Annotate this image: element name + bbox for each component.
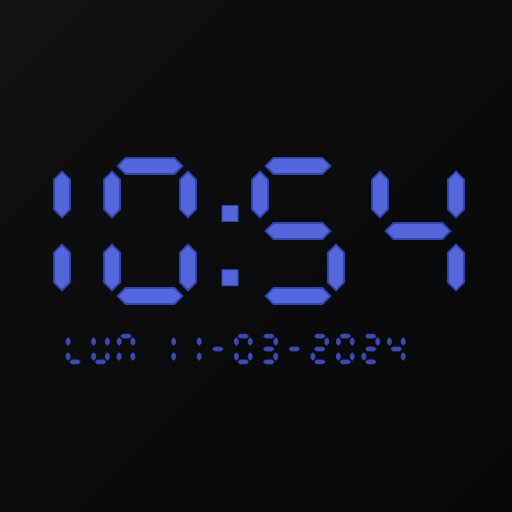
segment-e — [335, 352, 341, 361]
segment-d — [264, 287, 332, 305]
segment-c — [447, 243, 465, 292]
segment-a — [264, 157, 332, 175]
segment-e — [310, 352, 316, 361]
segment-f — [386, 337, 392, 346]
segment-a — [339, 333, 352, 339]
segment-e — [91, 352, 96, 361]
segment-a — [313, 333, 326, 339]
segment-c — [130, 352, 136, 361]
segment-b — [247, 337, 253, 346]
segment-c — [53, 243, 71, 292]
segment-e — [234, 352, 239, 361]
time-digit-1 — [53, 170, 71, 292]
segment-f — [335, 337, 341, 346]
date-char-L — [65, 337, 81, 365]
time-display — [53, 157, 465, 305]
segment-b — [375, 337, 381, 346]
segment-f — [91, 337, 96, 346]
segment-g — [264, 222, 332, 240]
segment-c — [349, 352, 355, 361]
segment-d — [262, 359, 275, 365]
segment-g — [384, 222, 452, 240]
segment-b — [447, 170, 465, 219]
segment-a — [364, 333, 377, 339]
segment-g — [390, 346, 403, 352]
segment-c — [400, 352, 406, 361]
segment-c — [171, 352, 177, 361]
segment-b — [171, 337, 177, 346]
segment-b — [179, 170, 197, 219]
time-digit-0 — [103, 157, 197, 305]
date-char-0 — [234, 333, 253, 365]
segment-g — [313, 346, 326, 352]
date-char-3 — [262, 333, 279, 365]
segment-d — [94, 359, 107, 365]
date-char-0 — [335, 333, 355, 365]
colon-separator — [221, 204, 239, 287]
date-char-dash — [288, 346, 301, 352]
date-char-4 — [386, 337, 406, 361]
segment-b — [130, 337, 136, 346]
segment-g — [288, 346, 301, 352]
segment-e — [361, 352, 367, 361]
segment-f — [251, 170, 269, 219]
segment-a — [262, 333, 275, 339]
segment-d — [339, 359, 352, 365]
time-digit-4 — [371, 170, 465, 292]
segment-b — [400, 337, 406, 346]
date-char-N — [116, 333, 136, 361]
segment-c — [105, 352, 110, 361]
segment-c — [196, 352, 202, 361]
segment-c — [179, 243, 197, 292]
segment-g — [262, 346, 275, 352]
colon-dot — [221, 269, 239, 287]
segment-e — [103, 243, 121, 292]
segment-a — [116, 157, 184, 175]
segment-f — [116, 337, 122, 346]
date-char-2 — [361, 333, 381, 365]
segment-d — [116, 287, 184, 305]
segment-c — [273, 352, 279, 361]
segment-g — [364, 346, 377, 352]
segment-c — [327, 243, 345, 292]
segment-b — [53, 170, 71, 219]
segment-d — [237, 359, 250, 365]
date-char-U — [91, 337, 110, 365]
segment-f — [103, 170, 121, 219]
segment-d — [364, 359, 377, 365]
segment-f — [371, 170, 389, 219]
segment-b — [349, 337, 355, 346]
segment-b — [324, 337, 330, 346]
colon-dot — [221, 204, 239, 222]
segment-b — [105, 337, 110, 346]
date-display — [65, 333, 406, 365]
date-char-1 — [171, 337, 177, 361]
segment-d — [313, 359, 326, 365]
clock-widget: 10:54 LUN 11-03-2024 — [0, 0, 512, 512]
date-char-dash — [211, 346, 224, 352]
segment-g — [211, 346, 224, 352]
time-digit-5 — [251, 157, 345, 305]
segment-e — [65, 352, 71, 361]
segment-a — [237, 333, 250, 339]
date-char-2 — [310, 333, 330, 365]
segment-c — [247, 352, 253, 361]
segment-a — [120, 333, 132, 339]
segment-e — [116, 352, 122, 361]
segment-b — [196, 337, 202, 346]
segment-d — [69, 359, 81, 365]
segment-f — [234, 337, 239, 346]
segment-b — [273, 337, 279, 346]
clock-face — [53, 157, 465, 365]
date-char-1 — [196, 337, 202, 361]
segment-f — [65, 337, 71, 346]
